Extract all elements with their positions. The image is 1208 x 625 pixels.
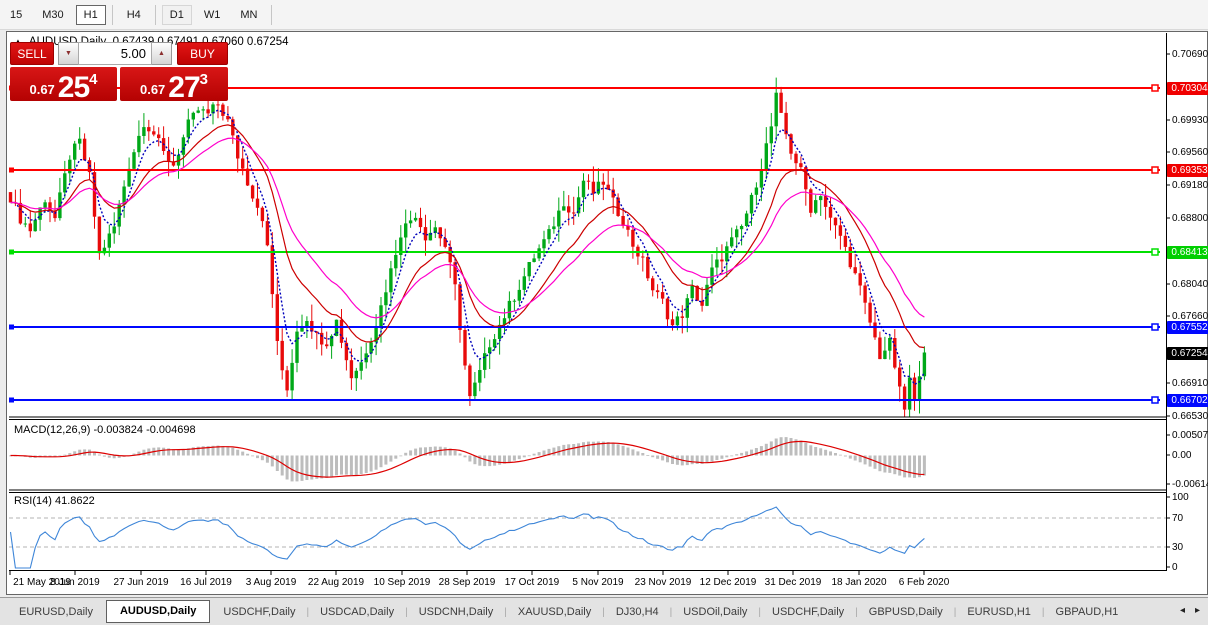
timeframe-toolbar: 15 M30 H1 H4 D1 W1 MN [0, 0, 1208, 30]
toolbar-separator [111, 4, 113, 25]
date-axis-label: 10 Sep 2019 [373, 577, 431, 588]
tab-scroll-left-icon[interactable]: ◂ [1180, 605, 1185, 616]
date-axis-label: 28 Sep 2019 [438, 577, 496, 588]
timeframe-m30[interactable]: M30 [34, 5, 71, 25]
horizontal-line-objects[interactable] [9, 84, 1160, 404]
chart-tabs-row: EURUSD,Daily AUDUSD,Daily USDCHF,Daily | USD… [0, 598, 1208, 623]
tab-gbpusd-daily[interactable]: GBPUSD,Daily [858, 603, 954, 622]
timeframe-w1[interactable]: W1 [196, 5, 229, 25]
rsi-axis-label: 30 [1172, 541, 1184, 553]
date-axis-label: 5 Nov 2019 [572, 577, 624, 588]
tab-usdcnh-daily[interactable]: USDCNH,Daily [408, 603, 505, 622]
buy-price-prefix: 0.67 [139, 82, 166, 97]
volume-stepper-up[interactable]: ▲ [152, 42, 172, 65]
tab-usdchf-daily[interactable]: USDCHF,Daily [761, 603, 855, 622]
tab-usdoil-daily[interactable]: USDOil,Daily [672, 603, 758, 622]
price-axis-label: 0.66702 [1167, 393, 1208, 407]
date-axis-label: 8 Jun 2019 [50, 577, 100, 588]
arrow-up-icon: ▲ [158, 50, 165, 57]
tab-eurusd-daily[interactable]: EURUSD,Daily [8, 603, 104, 622]
date-axis-label: 18 Jan 2020 [831, 577, 887, 588]
rsi-axis-label: 0 [1172, 561, 1178, 573]
timeframe-h4[interactable]: H4 [119, 5, 149, 25]
toolbar-separator [154, 4, 156, 25]
tab-scroll-right-icon[interactable]: ▸ [1195, 605, 1200, 616]
tab-scroll-arrows: ◂ ▸ [1170, 605, 1200, 616]
price-axis-label: 0.68413 [1167, 245, 1208, 259]
one-click-trade-panel: SELL ▼ 5.00 ▲ BUY 0.67 25 4 0.67 27 3 [10, 42, 228, 104]
price-axis-label: 0.68800 [1172, 212, 1208, 224]
sell-price-box[interactable]: 0.67 25 4 [10, 67, 117, 104]
date-axis-label: 12 Dec 2019 [699, 577, 757, 588]
candlesticks [8, 77, 927, 417]
sell-price-sup: 4 [89, 71, 98, 88]
volume-stepper-down[interactable]: ▼ [58, 42, 78, 65]
timeframe-mn[interactable]: MN [232, 5, 265, 25]
date-axis-label: 23 Nov 2019 [634, 577, 692, 588]
macd-histogram [9, 437, 926, 482]
timeframe-15[interactable]: 15 [2, 5, 30, 25]
tab-usdcad-daily[interactable]: USDCAD,Daily [309, 603, 405, 622]
buy-price-box[interactable]: 0.67 27 3 [120, 67, 228, 104]
buy-price-big: 27 [168, 71, 200, 104]
rsi-gridlines [9, 517, 1166, 548]
moving-averages [10, 109, 926, 386]
price-axis-label: 0.69560 [1172, 146, 1208, 158]
rsi-indicator-label: RSI(14) 41.8622 [14, 495, 95, 507]
arrow-down-icon: ▼ [65, 50, 72, 57]
price-axis-label: 0.68040 [1172, 278, 1208, 290]
tab-usdchf-daily[interactable]: USDCHF,Daily [212, 603, 306, 622]
macd-axis-label: 0.005076 [1172, 429, 1208, 441]
timeframe-d1[interactable]: D1 [161, 4, 192, 25]
current-price-label: 0.67254 [1167, 346, 1208, 360]
price-axis-label: 0.69930 [1172, 114, 1208, 126]
price-axis-label: 0.70690 [1172, 48, 1208, 60]
timeframe-buttons-row: 15 M30 H1 H4 D1 W1 MN [0, 0, 1208, 29]
axis-ticks [9, 53, 1170, 575]
timeframe-h1[interactable]: H1 [75, 4, 106, 25]
sell-price-big: 25 [57, 71, 90, 104]
tab-audusd-daily[interactable]: AUDUSD,Daily [105, 600, 211, 623]
toolbar-separator [271, 4, 273, 25]
tab-eurusd-h1[interactable]: EURUSD,H1 [956, 603, 1042, 622]
sell-price-prefix: 0.67 [29, 82, 55, 97]
date-axis-label: 27 Jun 2019 [113, 577, 169, 588]
date-axis-label: 16 Jul 2019 [180, 577, 232, 588]
rsi-axis-label: 70 [1172, 512, 1184, 524]
price-axis-label: 0.67552 [1167, 320, 1208, 334]
macd-indicator-label: MACD(12,26,9) -0.003824 -0.004698 [14, 424, 196, 436]
rsi-line [9, 506, 925, 569]
tab-xauusd-daily[interactable]: XAUUSD,Daily [507, 603, 602, 622]
date-axis-label: 31 Dec 2019 [764, 577, 822, 588]
tab-gbpaud-h1[interactable]: GBPAUD,H1 [1045, 603, 1130, 622]
date-axis-label: 22 Aug 2019 [307, 577, 365, 588]
price-axis-label: 0.70304 [1167, 81, 1208, 95]
date-axis-label: 6 Feb 2020 [898, 577, 950, 588]
buy-button[interactable]: BUY [177, 42, 228, 65]
macd-axis-label: -0.00614 [1172, 478, 1208, 490]
sell-button[interactable]: SELL [10, 42, 54, 65]
price-axis-label: 0.69353 [1167, 163, 1208, 177]
price-axis-label: 0.66530 [1172, 410, 1208, 422]
volume-input[interactable]: 5.00 [78, 42, 152, 65]
chart-tabs-bar: EURUSD,Daily AUDUSD,Daily USDCHF,Daily | USD… [0, 597, 1208, 625]
price-axis-label: 0.66910 [1172, 377, 1208, 389]
buy-price-sup: 3 [199, 71, 209, 88]
tab-dj30-h4[interactable]: DJ30,H4 [605, 603, 670, 622]
date-axis-label: 17 Oct 2019 [504, 577, 560, 588]
pane-borders [9, 33, 1167, 571]
price-axis-label: 0.69180 [1172, 179, 1208, 191]
date-axis-label: 3 Aug 2019 [245, 577, 297, 588]
rsi-axis-label: 100 [1172, 491, 1189, 503]
macd-axis-label: 0.00 [1172, 449, 1192, 461]
